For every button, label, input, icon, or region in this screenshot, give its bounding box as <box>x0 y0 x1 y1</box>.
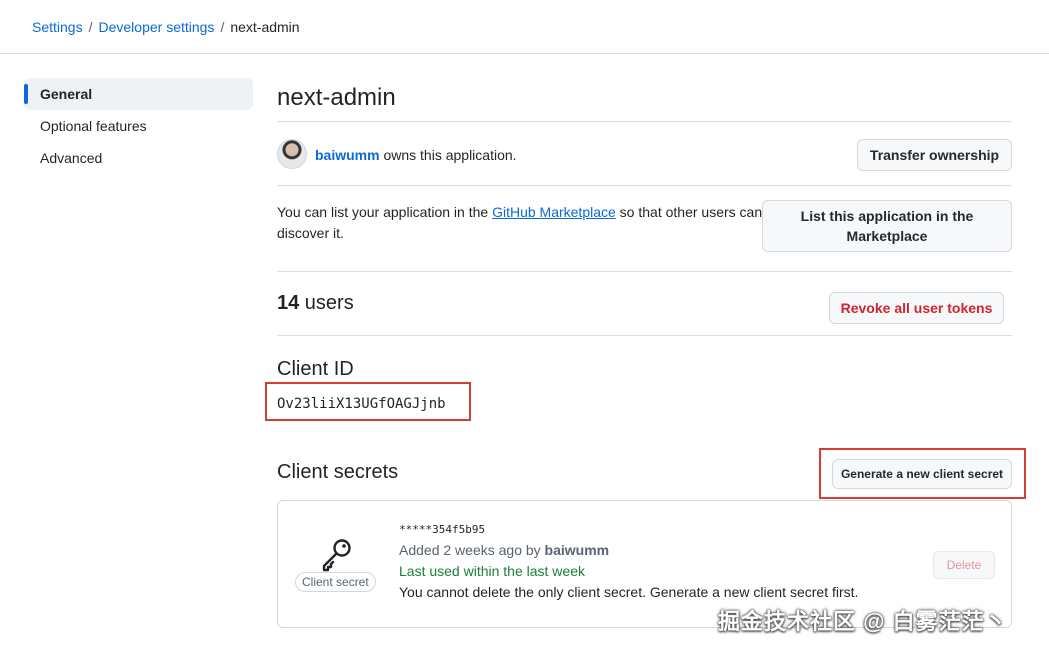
breadcrumb: Settings / Developer settings / next-adm… <box>32 19 300 35</box>
main-content: next-admin baiwumm owns this application… <box>277 78 1012 336</box>
sidebar-item-general[interactable]: General <box>24 78 253 110</box>
top-bar: Settings / Developer settings / next-adm… <box>0 0 1049 54</box>
owner-section: baiwumm owns this application. Transfer … <box>277 122 1012 186</box>
owner-text: baiwumm owns this application. <box>315 147 517 163</box>
users-section: 14 users Revoke all user tokens <box>277 272 1012 336</box>
client-id-highlight-box <box>265 382 471 421</box>
transfer-ownership-button[interactable]: Transfer ownership <box>857 139 1012 171</box>
secret-last-used: Last used within the last week <box>399 563 585 579</box>
marketplace-text: You can list your application in the Git… <box>277 202 767 244</box>
users-count-number: 14 <box>277 292 299 314</box>
revoke-all-tokens-button[interactable]: Revoke all user tokens <box>829 292 1004 324</box>
breadcrumb-current: next-admin <box>230 19 299 35</box>
breadcrumb-settings[interactable]: Settings <box>32 19 83 35</box>
key-icon <box>316 535 356 575</box>
secret-delete-note: You cannot delete the only client secret… <box>399 584 858 600</box>
list-in-marketplace-button[interactable]: List this application in the Marketplace <box>762 200 1012 252</box>
secret-added-text: Added 2 weeks ago by baiwumm <box>399 542 609 558</box>
secret-added-prefix: Added 2 weeks ago by <box>399 542 545 558</box>
page-title: next-admin <box>277 78 1012 122</box>
users-count: 14 users <box>277 292 354 315</box>
owner-link[interactable]: baiwumm <box>315 147 380 163</box>
owner-suffix: owns this application. <box>380 147 517 163</box>
client-secret-badge: Client secret <box>295 572 376 592</box>
secret-added-by: baiwumm <box>545 542 610 558</box>
client-id-heading: Client ID <box>277 358 354 381</box>
avatar[interactable] <box>277 139 307 169</box>
generate-secret-highlight-box <box>819 448 1026 499</box>
users-count-label: users <box>299 292 353 314</box>
breadcrumb-separator: / <box>89 19 93 35</box>
client-secrets-heading: Client secrets <box>277 461 398 484</box>
settings-sidebar: General Optional features Advanced <box>24 78 253 174</box>
github-marketplace-link[interactable]: GitHub Marketplace <box>492 204 616 220</box>
sidebar-item-advanced[interactable]: Advanced <box>24 142 253 174</box>
delete-secret-button: Delete <box>933 551 995 579</box>
secret-hash: *****354f5b95 <box>399 523 485 536</box>
marketplace-section: You can list your application in the Git… <box>277 186 1012 272</box>
marketplace-text-before: You can list your application in the <box>277 204 492 220</box>
breadcrumb-developer-settings[interactable]: Developer settings <box>98 19 214 35</box>
breadcrumb-separator: / <box>220 19 224 35</box>
sidebar-item-optional-features[interactable]: Optional features <box>24 110 253 142</box>
watermark: 掘金技术社区 @ 白雾茫茫丶 <box>718 604 1008 636</box>
